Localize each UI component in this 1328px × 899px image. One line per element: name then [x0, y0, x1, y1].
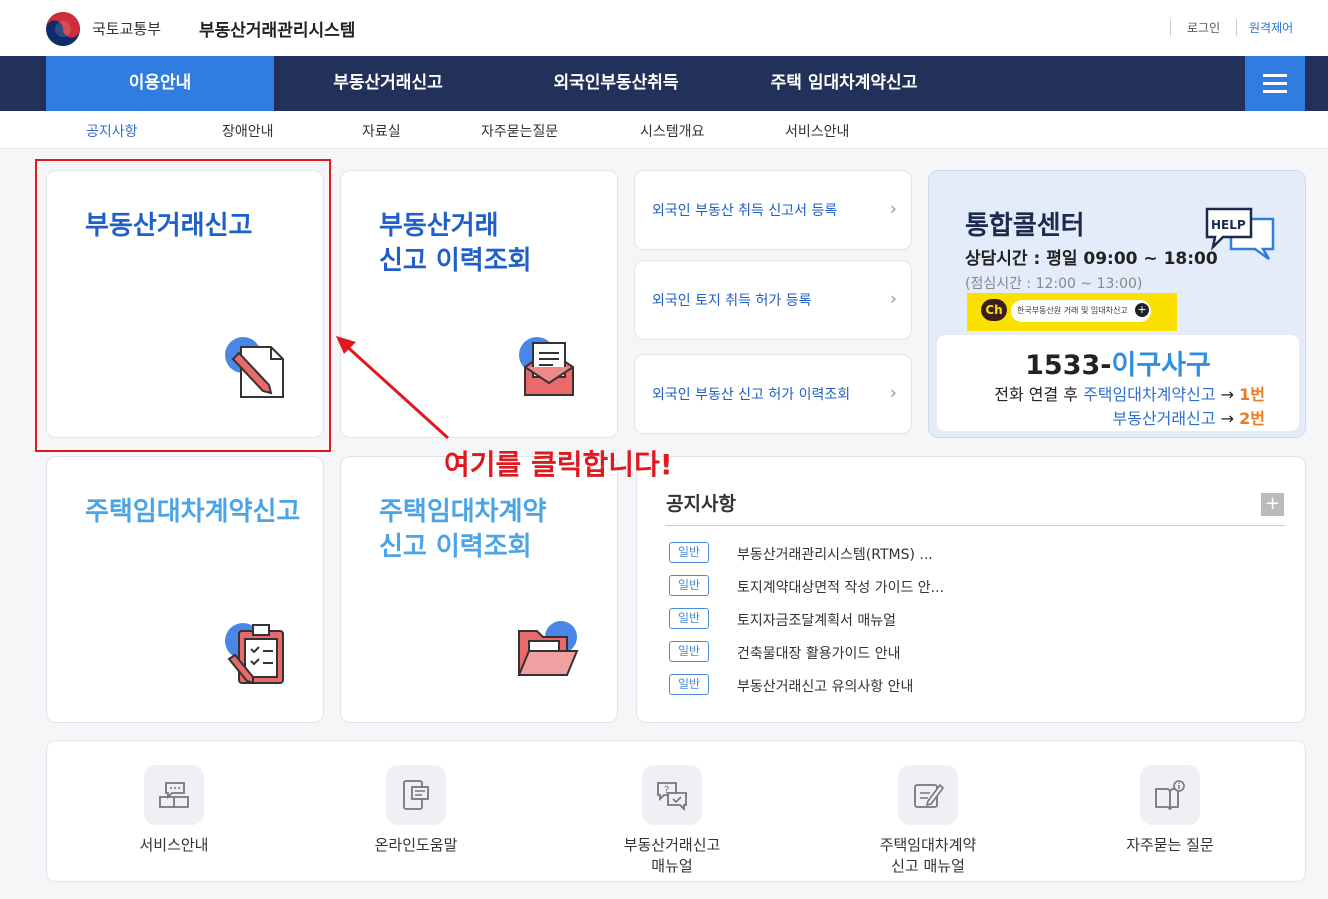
foreign-acquisition-register-link[interactable]: 외국인 부동산 취득 신고서 등록 › — [634, 170, 912, 250]
help-text: HELP — [1211, 218, 1246, 232]
quick-online-help[interactable]: 온라인도움말 — [316, 765, 516, 856]
call-center-lunch: (점심시간 : 12:00 ~ 13:00) — [965, 276, 1143, 292]
chevron-right-icon: › — [889, 288, 897, 310]
link-label: 외국인 토지 취득 허가 등록 — [652, 293, 812, 309]
notice-panel: 공지사항 + 일반 부동산거래관리시스템(RTMS) ... 일반 토지계약대상… — [636, 456, 1306, 723]
chat-book-icon — [144, 765, 204, 825]
notice-text[interactable]: 토지자금조달계획서 매뉴얼 — [737, 610, 896, 630]
notice-badge: 일반 — [669, 608, 709, 629]
guide-trade: 부동산거래신고 — [1112, 409, 1216, 428]
phone-number: 1533-이구사구 — [937, 343, 1299, 382]
main-navigation: 이용안내 부동산거래신고 외국인부동산취득 주택 임대차계약신고 — [0, 56, 1328, 111]
annotation-arrow-icon — [336, 336, 450, 440]
link-label: 외국인 부동산 신고 허가 이력조회 — [652, 387, 851, 403]
notice-title: 공지사항 — [666, 493, 736, 515]
lease-report-title: 주택임대차계약신고 — [85, 497, 301, 527]
lease-history-title: 주택임대차계약 신고 이력조회 — [379, 495, 546, 565]
quick-label: 온라인도움말 — [374, 836, 458, 854]
snb-item-notice[interactable]: 공지사항 — [86, 121, 138, 141]
foreign-land-permit-link[interactable]: 외국인 토지 취득 허가 등록 › — [634, 260, 912, 340]
svg-text:?: ? — [664, 785, 669, 796]
phone-digits: 1533- — [1025, 350, 1112, 381]
quick-label: 서비스안내 — [139, 836, 209, 854]
snb-item-library[interactable]: 자료실 — [362, 121, 401, 141]
trade-history-title-line2: 신고 이력조회 — [379, 246, 532, 276]
mobile-help-icon — [386, 765, 446, 825]
notice-text[interactable]: 부동산거래관리시스템(RTMS) ... — [737, 544, 933, 564]
snb-item-outage[interactable]: 장애안내 — [222, 121, 274, 141]
notice-divider — [665, 525, 1285, 526]
open-folder-icon — [517, 621, 579, 676]
government-logo-icon[interactable] — [45, 11, 81, 47]
login-link[interactable]: 로그인 — [1170, 19, 1220, 36]
sub-navigation: 공지사항 장애안내 자료실 자주묻는질문 시스템개요 서비스안내 — [0, 111, 1328, 149]
notice-text[interactable]: 건축물대장 활용가이드 안내 — [737, 643, 900, 663]
ministry-name: 국토교통부 — [92, 20, 162, 38]
snb-item-faq[interactable]: 자주묻는질문 — [481, 121, 558, 141]
trade-history-title-line1: 부동산거래 — [379, 211, 499, 241]
call-center-title: 통합콜센터 — [965, 211, 1085, 241]
foreign-report-history-link[interactable]: 외국인 부동산 신고 허가 이력조회 › — [634, 354, 912, 434]
lease-history-title-line2: 신고 이력조회 — [379, 532, 532, 562]
call-center-hours: 상담시간 : 평일 09:00 ~ 18:00 — [965, 249, 1218, 269]
quick-lease-manual[interactable]: 주택임대차계약 신고 매뉴얼 — [828, 765, 1028, 877]
quick-trade-manual[interactable]: ? 부동산거래신고 매뉴얼 — [572, 765, 772, 877]
quick-service-guide[interactable]: 서비스안내 — [74, 765, 274, 856]
chevron-right-icon: › — [889, 382, 897, 404]
snb-item-overview[interactable]: 시스템개요 — [640, 121, 704, 141]
envelope-letter-icon — [519, 337, 574, 396]
notice-more-button[interactable]: + — [1261, 493, 1284, 516]
gnb-item-lease-report[interactable]: 주택 임대차계약신고 — [730, 56, 958, 111]
add-icon: + — [1135, 303, 1149, 317]
notice-badge: 일반 — [669, 674, 709, 695]
notice-badge: 일반 — [669, 575, 709, 596]
kakao-channel-banner[interactable]: Ch 한국부동산원 거래 및 임대차신고 + — [967, 293, 1177, 331]
book-info-icon — [1140, 765, 1200, 825]
chevron-right-icon: › — [889, 198, 897, 220]
snb-item-service[interactable]: 서비스안내 — [785, 121, 849, 141]
phone-info-box: 1533-이구사구 전화 연결 후 주택임대차계약신고 → 1번 부동산거래신고… — [937, 335, 1299, 431]
system-name[interactable]: 부동산거래관리시스템 — [199, 16, 355, 41]
quick-faq[interactable]: 자주묻는 질문 — [1070, 765, 1270, 856]
notice-badge: 일반 — [669, 542, 709, 563]
lease-report-card[interactable]: 주택임대차계약신고 — [46, 456, 324, 723]
notice-text[interactable]: 부동산거래신고 유의사항 안내 — [737, 676, 913, 696]
trade-history-title: 부동산거래 신고 이력조회 — [379, 209, 532, 279]
edit-document-icon — [898, 765, 958, 825]
question-chat-icon: ? — [642, 765, 702, 825]
highlight-box — [35, 159, 331, 452]
annotation-text: 여기를 클릭합니다! — [444, 448, 673, 481]
notice-badge: 일반 — [669, 641, 709, 662]
help-bubble-icon: HELP — [1205, 207, 1275, 261]
quick-label: 부동산거래신고 매뉴얼 — [623, 836, 721, 875]
quick-label: 주택임대차계약 신고 매뉴얼 — [879, 836, 977, 875]
gnb-item-trade-report[interactable]: 부동산거래신고 — [274, 56, 502, 111]
lease-history-title-line1: 주택임대차계약 — [379, 497, 547, 527]
arrow: → — [1215, 409, 1240, 428]
guide-number-2: 2번 — [1239, 409, 1265, 428]
kakao-channel-icon: Ch — [981, 299, 1007, 321]
link-label: 외국인 부동산 취득 신고서 등록 — [652, 203, 838, 219]
lease-history-card[interactable]: 주택임대차계약 신고 이력조회 — [340, 456, 618, 723]
arrow: → — [1215, 385, 1240, 404]
guide-prefix: 전화 연결 후 — [994, 385, 1084, 404]
quick-menu: 서비스안내 온라인도움말 ? 부동산거래신고 매뉴얼 주택임대차계약 신고 매뉴… — [46, 740, 1306, 882]
call-center-panel: 통합콜센터 상담시간 : 평일 09:00 ~ 18:00 (점심시간 : 12… — [928, 170, 1306, 438]
notice-text[interactable]: 토지계약대상면적 작성 가이드 안... — [737, 577, 944, 597]
quick-label: 자주묻는 질문 — [1126, 836, 1214, 854]
phone-word: 이구사구 — [1111, 350, 1211, 381]
hamburger-menu-icon[interactable] — [1245, 56, 1305, 111]
top-header: 국토교통부 부동산거래관리시스템 로그인 원격제어 — [0, 0, 1328, 56]
clipboard-checklist-icon — [225, 623, 284, 685]
kakao-channel-label: 한국부동산원 거래 및 임대차신고 — [1011, 300, 1151, 322]
remote-control-link[interactable]: 원격제어 — [1236, 19, 1293, 36]
guide-lease: 주택임대차계약신고 — [1083, 385, 1216, 404]
phone-guide-line2: 부동산거래신고 → 2번 — [1113, 405, 1265, 429]
gnb-item-foreign-acquisition[interactable]: 외국인부동산취득 — [502, 56, 730, 111]
guide-number-1: 1번 — [1239, 385, 1265, 404]
phone-guide-line1: 전화 연결 후 주택임대차계약신고 → 1번 — [994, 381, 1265, 405]
gnb-item-guide[interactable]: 이용안내 — [46, 56, 274, 111]
